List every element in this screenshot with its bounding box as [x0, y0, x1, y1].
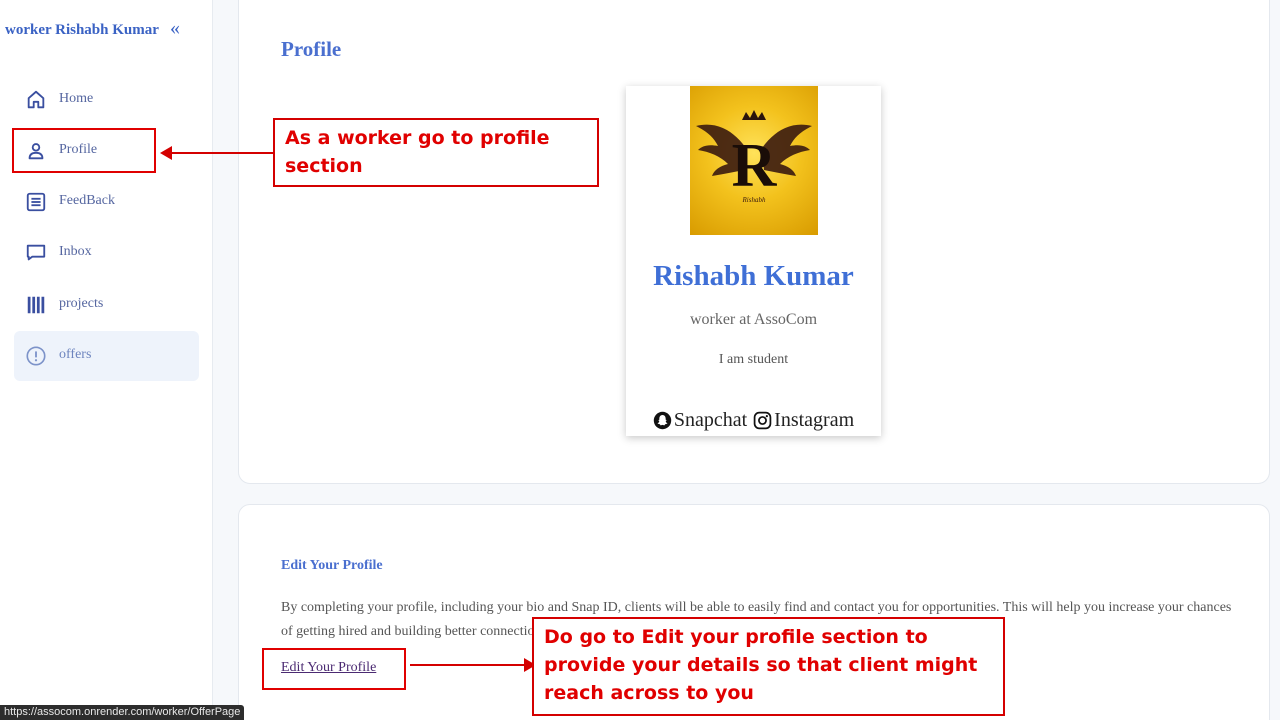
logo-image: R Rishabh	[696, 110, 812, 204]
status-bar-url: https://assocom.onrender.com/worker/Offe…	[0, 705, 245, 720]
sidebar-item-feedback[interactable]: FeedBack	[14, 180, 199, 224]
sidebar-item-home[interactable]: Home	[14, 78, 199, 122]
sidebar-item-label: projects	[59, 296, 104, 311]
svg-text:R: R	[732, 132, 778, 200]
projects-icon	[27, 296, 45, 314]
snapchat-link[interactable]: Snapchat	[674, 409, 747, 432]
sidebar-item-label: FeedBack	[59, 193, 115, 208]
annotation-arrow-line	[410, 664, 526, 666]
instagram-icon[interactable]	[753, 411, 772, 430]
profile-name: Rishabh Kumar	[653, 260, 854, 292]
arrow-left-icon	[160, 146, 172, 160]
edit-profile-heading: Edit Your Profile	[281, 558, 383, 573]
profile-bio: I am student	[718, 352, 789, 367]
sidebar-title: worker Rishabh Kumar	[5, 22, 159, 38]
inbox-icon	[26, 244, 46, 261]
annotation-note-edit: Do go to Edit your profile section to pr…	[532, 617, 1005, 716]
sidebar-item-projects[interactable]: projects	[14, 283, 199, 327]
svg-text:Rishabh: Rishabh	[742, 196, 766, 204]
list-icon	[26, 192, 46, 212]
annotation-highlight-profile	[12, 128, 156, 173]
sidebar-item-inbox[interactable]: Inbox	[14, 231, 199, 275]
alert-circle-icon	[26, 346, 46, 366]
home-icon	[27, 90, 45, 109]
sidebar-item-label: Home	[59, 91, 94, 106]
sidebar-item-label: Inbox	[59, 244, 92, 259]
sidebar: worker Rishabh Kumar « Home Profile Feed…	[0, 0, 213, 720]
page-title: Profile	[281, 37, 342, 61]
annotation-arrow-line	[168, 152, 274, 154]
sidebar-item-label: offers	[59, 347, 92, 362]
annotation-highlight-edit-link	[262, 648, 406, 690]
instagram-link[interactable]: Instagram	[774, 409, 854, 432]
profile-role: worker at AssoCom	[689, 311, 818, 328]
snapchat-icon[interactable]	[653, 411, 672, 430]
profile-card: R Rishabh Rishabh Kumar worker at AssoCo…	[626, 86, 881, 436]
collapse-sidebar-button[interactable]: «	[170, 18, 180, 38]
avatar: R Rishabh	[690, 86, 818, 235]
sidebar-item-offers[interactable]: offers	[14, 331, 199, 381]
annotation-note-profile: As a worker go to profile section	[273, 118, 599, 187]
social-links: Snapchat Instagram	[626, 409, 881, 432]
